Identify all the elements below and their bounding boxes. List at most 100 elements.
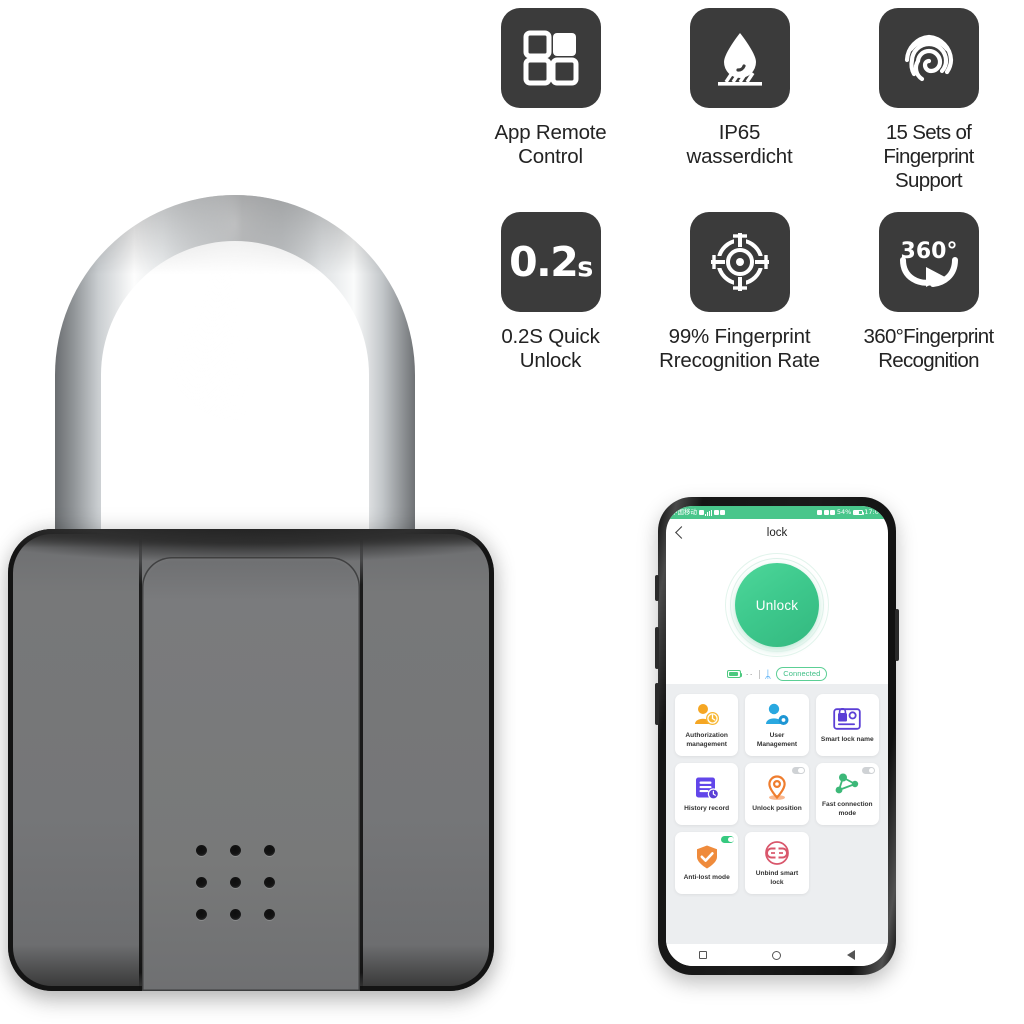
signal-dots-label: ·· bbox=[745, 669, 754, 679]
tile-label: Unbind smart lock bbox=[755, 870, 799, 886]
user-management-icon bbox=[764, 701, 790, 729]
feature-label: 99% Fingerprint Rrecognition Rate bbox=[659, 324, 820, 372]
anti-lost-toggle[interactable] bbox=[721, 836, 735, 843]
eye-icon bbox=[817, 510, 823, 515]
tile-label: Smart lock name bbox=[820, 736, 874, 744]
rotate-360-icon: 360° bbox=[899, 239, 958, 287]
smart-lock-name-icon bbox=[833, 705, 862, 733]
feature-label: App Remote Control bbox=[494, 121, 607, 168]
feature-360-recognition: 360° 360°Fingerprint Recognition bbox=[834, 211, 1023, 373]
grid-dot bbox=[230, 909, 241, 920]
feature-tile bbox=[878, 8, 979, 108]
phone-volume-down-button[interactable] bbox=[655, 683, 659, 725]
unbind-lock-icon bbox=[764, 839, 790, 867]
grid-dot bbox=[230, 845, 241, 856]
tile-label: History record bbox=[684, 805, 730, 813]
unlock-rings: Unlock bbox=[725, 553, 829, 657]
tile-placeholder bbox=[816, 832, 879, 894]
phone-volume-up-button[interactable] bbox=[655, 627, 659, 669]
phone-screen: 中国移动 54% 17:00 lock Unlock ·· ᛦ Connecte… bbox=[666, 506, 888, 966]
tile-unlock-position[interactable]: Unlock position bbox=[745, 763, 809, 825]
grid-dot bbox=[264, 845, 275, 856]
feature-tile bbox=[689, 211, 790, 312]
feature-label: IP65 wasserdicht bbox=[686, 121, 793, 168]
status-bar-right: 54% 17:00 bbox=[817, 509, 883, 516]
feature-label: 0.2S Quick Unlock bbox=[501, 324, 600, 372]
bluetooth-status-icon bbox=[830, 510, 836, 515]
grid-dot bbox=[264, 909, 275, 920]
tile-history-record[interactable]: History record bbox=[675, 763, 739, 825]
unlock-section: Unlock bbox=[666, 546, 888, 664]
page-title: lock bbox=[766, 526, 788, 539]
padlock-product-image bbox=[0, 195, 520, 995]
unlock-ring-inner bbox=[730, 558, 824, 652]
app-bar: lock bbox=[666, 519, 888, 546]
tile-smart-lock-name[interactable]: Smart lock name bbox=[815, 694, 879, 756]
feature-tile: 360° bbox=[878, 211, 979, 312]
home-circle-icon[interactable] bbox=[772, 950, 782, 960]
speed-unit: s bbox=[577, 251, 593, 283]
fast-connection-toggle[interactable] bbox=[861, 767, 875, 774]
unlock-position-toggle[interactable] bbox=[791, 767, 805, 774]
status-badge: Connected bbox=[776, 667, 828, 681]
product-infographic: App Remote Control IP65 wasserdicht 15 S… bbox=[0, 0, 1024, 1024]
tile-fast-connection-mode[interactable]: Fast connection mode bbox=[815, 763, 879, 825]
wifi-icon bbox=[713, 510, 719, 515]
feature-fingerprint-sets: 15 Sets of Fingerprint Support bbox=[834, 8, 1023, 193]
battery-percent-label: 54% bbox=[836, 508, 852, 517]
sim-icon bbox=[720, 510, 726, 515]
status-bar: 中国移动 54% 17:00 bbox=[666, 506, 888, 519]
signal-icon bbox=[698, 510, 704, 515]
back-triangle-icon[interactable] bbox=[847, 950, 856, 960]
lock-battery-icon bbox=[726, 670, 743, 678]
body-seam-left bbox=[139, 529, 142, 991]
grid-dot bbox=[196, 909, 207, 920]
phone-power-button[interactable] bbox=[895, 609, 899, 661]
speed-value: 0.2 bbox=[509, 237, 579, 286]
body-seam-right bbox=[360, 529, 363, 991]
feature-recognition-rate: 99% Fingerprint Rrecognition Rate bbox=[645, 211, 834, 373]
anti-lost-icon bbox=[695, 843, 719, 871]
tile-label: Authorization management bbox=[685, 732, 728, 748]
rotate-360-label: 360° bbox=[900, 239, 957, 264]
feature-row-1: App Remote Control IP65 wasserdicht 15 S… bbox=[456, 8, 1024, 193]
recents-square-icon[interactable] bbox=[698, 951, 707, 959]
tile-anti-lost-mode[interactable]: Anti-lost mode bbox=[675, 832, 739, 894]
feature-row-2: 0.2s 0.2S Quick Unlock 99% Fingerprint R… bbox=[456, 211, 1024, 373]
feature-tile bbox=[689, 8, 790, 108]
padlock-shackle bbox=[55, 195, 415, 561]
shackle-opening bbox=[101, 241, 369, 561]
app-tiles-grid: Authorization management User Management… bbox=[675, 694, 879, 894]
bluetooth-icon: ᛦ bbox=[764, 667, 772, 681]
target-icon bbox=[710, 232, 769, 291]
speed-text-icon: 0.2s bbox=[509, 237, 593, 286]
feature-tile bbox=[500, 8, 601, 108]
unlock-position-icon bbox=[765, 774, 789, 802]
grid-dot bbox=[196, 877, 207, 888]
tile-unbind-smart-lock[interactable]: Unbind smart lock bbox=[745, 832, 809, 894]
feature-tile: 0.2s bbox=[500, 211, 601, 312]
android-nav-bar bbox=[666, 944, 888, 966]
status-bar-left: 中国移动 bbox=[671, 509, 726, 516]
feature-label: 15 Sets of Fingerprint Support bbox=[883, 121, 974, 192]
feature-label: 360°Fingerprint Recognition bbox=[863, 324, 995, 372]
water-drop-icon bbox=[717, 33, 762, 86]
connection-status-row: ·· ᛦ Connected bbox=[666, 664, 888, 684]
tile-label: Unlock position bbox=[752, 805, 802, 813]
grid-dot bbox=[264, 877, 275, 888]
tile-user-management[interactable]: User Management bbox=[745, 694, 809, 756]
signal-bars-icon bbox=[705, 509, 713, 516]
tile-label: Anti-lost mode bbox=[683, 874, 730, 882]
tile-authorization-management[interactable]: Authorization management bbox=[675, 694, 739, 756]
alarm-icon bbox=[823, 510, 829, 515]
app-grid-icon bbox=[523, 30, 578, 86]
smartphone-app-mockup: 中国移动 54% 17:00 lock Unlock ·· ᛦ Connecte… bbox=[655, 497, 899, 975]
grid-dot bbox=[230, 877, 241, 888]
feature-ip65-waterproof: IP65 wasserdicht bbox=[645, 8, 834, 193]
fingerprint-icon bbox=[904, 34, 953, 82]
phone-side-button[interactable] bbox=[655, 575, 659, 601]
feature-app-remote-control: App Remote Control bbox=[456, 8, 645, 193]
divider bbox=[758, 669, 760, 679]
authorization-icon bbox=[694, 701, 720, 729]
feature-grid: App Remote Control IP65 wasserdicht 15 S… bbox=[456, 8, 1024, 428]
